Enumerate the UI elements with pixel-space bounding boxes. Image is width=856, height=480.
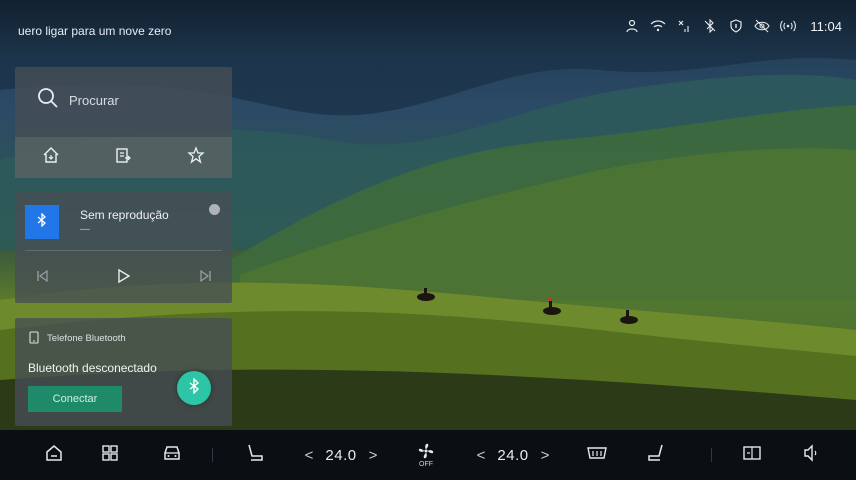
previous-icon	[35, 269, 49, 288]
quick-actions	[15, 137, 232, 178]
status-bar: uero ligar para um nove zero 11:04	[0, 0, 856, 62]
status-icons: 11:04	[624, 18, 842, 34]
bluetooth-icon	[36, 211, 48, 232]
screen-split-icon	[742, 444, 762, 467]
apps-grid-icon	[101, 444, 119, 467]
eye-off-icon	[754, 18, 771, 34]
right-temperature: 24.0	[494, 430, 532, 480]
star-icon[interactable]	[187, 146, 205, 169]
source-indicator-icon[interactable]	[209, 204, 220, 215]
phone-icon	[29, 331, 39, 349]
fan-state-label: OFF	[419, 461, 433, 468]
car-icon	[162, 444, 182, 467]
screen-mode-button[interactable]	[740, 430, 764, 480]
left-temperature-value: 24.0	[325, 446, 357, 464]
phone-card-title: Telefone Bluetooth	[47, 333, 126, 344]
wifi-icon	[650, 18, 666, 34]
divider	[212, 448, 213, 462]
chevron-left-icon: <	[476, 446, 486, 464]
shield-icon	[728, 18, 744, 34]
track-artist: —	[80, 224, 90, 235]
bluetooth-icon	[187, 376, 201, 399]
play-icon	[116, 268, 132, 289]
divider	[711, 448, 712, 462]
play-button[interactable]	[114, 268, 134, 288]
home-button[interactable]	[42, 430, 66, 480]
right-temp-decrease-button[interactable]: <	[472, 430, 490, 480]
left-temperature: 24.0	[322, 430, 360, 480]
bluetooth-status: Bluetooth desconectado	[28, 361, 157, 375]
connect-button[interactable]: Conectar	[28, 386, 122, 412]
divider	[25, 250, 222, 251]
next-button[interactable]	[196, 268, 216, 288]
bottom-dock: < 24.0 > OFF < 24.0 >	[0, 430, 856, 480]
clock: 11:04	[810, 18, 842, 34]
bluetooth-audio-tile[interactable]	[25, 205, 59, 239]
search-icon	[37, 87, 59, 114]
search-input[interactable]: Procurar	[15, 67, 232, 133]
chevron-right-icon: >	[540, 446, 550, 464]
signal-off-icon	[676, 18, 692, 34]
chevron-right-icon: >	[368, 446, 378, 464]
volume-icon	[803, 443, 821, 467]
left-temp-increase-button[interactable]: >	[364, 430, 382, 480]
bluetooth-phone-card: Telefone Bluetooth Bluetooth desconectad…	[15, 318, 232, 426]
fan-button[interactable]: OFF	[412, 430, 440, 480]
media-card: Sem reprodução —	[15, 192, 232, 303]
seat-icon	[646, 443, 666, 468]
navigation-card: Procurar	[15, 67, 232, 178]
hotspot-icon	[780, 18, 797, 34]
volume-button[interactable]	[800, 430, 824, 480]
left-temp-decrease-button[interactable]: <	[300, 430, 318, 480]
right-temp-increase-button[interactable]: >	[536, 430, 554, 480]
vehicle-button[interactable]	[160, 430, 184, 480]
rear-defrost-icon	[586, 444, 608, 467]
next-icon	[199, 269, 213, 288]
apps-button[interactable]	[98, 430, 122, 480]
work-nav-icon[interactable]	[114, 146, 132, 169]
home-icon	[45, 444, 63, 467]
search-placeholder: Procurar	[69, 92, 119, 108]
voice-assistant-prompt[interactable]: uero ligar para um nove zero	[18, 24, 171, 38]
bluetooth-settings-button[interactable]	[177, 371, 211, 405]
chevron-left-icon: <	[304, 446, 314, 464]
track-title: Sem reprodução	[80, 208, 169, 222]
home-nav-icon[interactable]	[42, 146, 60, 169]
right-temperature-value: 24.0	[497, 446, 529, 464]
bluetooth-off-icon	[702, 18, 718, 34]
seat-icon	[245, 443, 265, 468]
passenger-seat-button[interactable]	[644, 430, 668, 480]
rear-defrost-button[interactable]	[585, 430, 609, 480]
driver-seat-button[interactable]	[243, 430, 267, 480]
previous-button[interactable]	[32, 268, 52, 288]
person-icon	[624, 18, 640, 34]
